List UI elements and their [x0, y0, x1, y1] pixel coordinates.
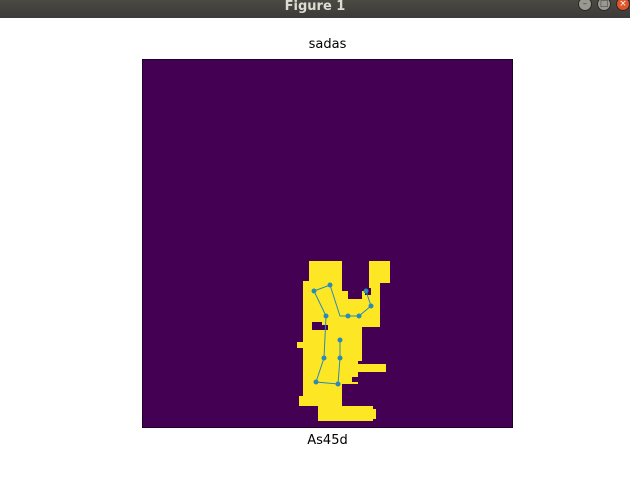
- plot-title: sadas: [308, 37, 347, 52]
- window-title: Figure 1: [284, 0, 346, 14]
- mask-image: [142, 59, 513, 428]
- x-axis-label: As45d: [307, 433, 348, 448]
- plot-axes[interactable]: [142, 59, 513, 428]
- window-titlebar: Figure 1 – □ ×: [0, 0, 630, 18]
